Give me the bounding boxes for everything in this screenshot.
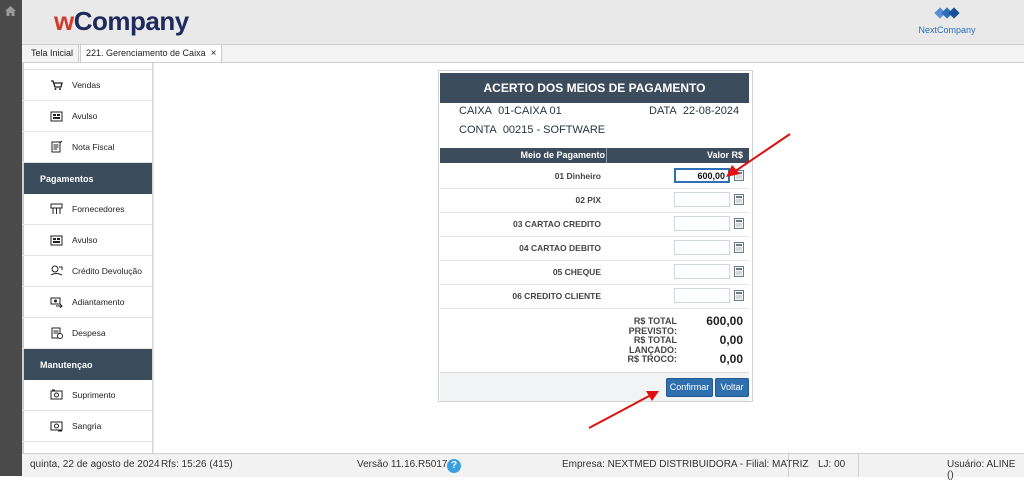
total-previsto-label: R$ TOTAL PREVISTO:: [628, 316, 677, 336]
left-rail: [0, 0, 22, 476]
nextcompany-text: NextCompany: [918, 25, 976, 35]
status-lj: LJ: 00: [818, 459, 846, 470]
sidebar-item-despesa[interactable]: Despesa: [22, 318, 152, 349]
sidebar-item-credito-devolucao[interactable]: Crédito Devolução: [22, 256, 152, 287]
top-header: wCompany NextCompany: [22, 0, 1024, 45]
conta-info: CONTA 00215 - SOFTWARE: [459, 124, 606, 136]
calculator-icon[interactable]: [734, 218, 744, 229]
help-icon[interactable]: ?: [447, 459, 461, 473]
expense-icon: [50, 327, 64, 339]
status-version: Versão 11.16.R5017: [357, 459, 448, 470]
tab-close-icon[interactable]: ×: [211, 48, 217, 59]
troco-label: R$ TROCO:: [627, 354, 678, 364]
calculator-icon[interactable]: [734, 242, 744, 253]
confirm-button[interactable]: Confirmar: [666, 378, 713, 397]
sidebar-item-vendas[interactable]: Vendas: [22, 70, 152, 101]
tab-gerenciamento-caixa[interactable]: 221. Gerenciamento de Caixa ×: [80, 45, 223, 62]
back-button[interactable]: Voltar: [715, 378, 749, 397]
total-lancado-label: R$ TOTAL LANÇADO:: [629, 335, 677, 355]
register-icon: [50, 110, 64, 122]
section-label: Manutençao: [40, 359, 93, 370]
annotation-arrow-confirm: [588, 391, 659, 429]
nextcompany-diamond-icon: [934, 7, 960, 19]
register-icon: [50, 234, 64, 246]
sidebar-item-label: Nota Fiscal: [72, 142, 115, 152]
sidebar-section-manutencao[interactable]: Manutençao: [22, 349, 152, 380]
sidebar-item-adiantamento[interactable]: Adiantamento: [22, 287, 152, 318]
payment-row-cartao-debito: 04 CARTAO DEBITO: [440, 236, 749, 261]
payment-value-input[interactable]: [674, 192, 730, 207]
supplier-icon: [50, 203, 64, 215]
payment-table-header: Meio de Pagamento Valor R$: [440, 148, 749, 163]
payment-value-input[interactable]: [674, 264, 730, 279]
credit-return-icon: [50, 265, 64, 277]
payment-method-label: 01 Dinheiro: [554, 171, 601, 181]
status-bar: quinta, 22 de agosto de 2024 Rfs: 15:26 …: [22, 453, 1024, 481]
payment-row-pix: 02 PIX: [440, 188, 749, 213]
sidebar-item-suprimento[interactable]: Suprimento: [22, 380, 152, 411]
cash-out-icon: [50, 420, 64, 432]
sidebar: Vendas Avulso Nota Fiscal Pagamentos For…: [22, 63, 153, 453]
payment-value-input[interactable]: [674, 240, 730, 255]
payment-row-dinheiro: 01 Dinheiro 600,00: [440, 164, 749, 189]
tab-home[interactable]: Tela Inicial: [26, 45, 80, 62]
sidebar-item-avulso[interactable]: Avulso: [22, 101, 152, 132]
sidebar-item-nota-fiscal[interactable]: Nota Fiscal: [22, 132, 152, 163]
calculator-icon[interactable]: [734, 194, 744, 205]
nextcompany-logo: NextCompany: [912, 6, 982, 35]
sidebar-section-pagamentos[interactable]: Pagamentos: [22, 163, 152, 194]
payment-value-input[interactable]: [674, 288, 730, 303]
cash-in-icon: [50, 389, 64, 401]
payment-method-label: 06 CREDITO CLIENTE: [512, 291, 601, 301]
status-company: Empresa: NEXTMED DISTRIBUIDORA - Filial:…: [562, 459, 809, 470]
sidebar-item-label: Avulso: [72, 111, 98, 121]
advance-icon: [50, 296, 64, 309]
total-previsto-value: 600,00: [706, 314, 743, 328]
sidebar-item-fornecedores[interactable]: Fornecedores: [22, 194, 152, 225]
sidebar-item-label: Sangria: [72, 421, 102, 431]
data-info: DATA 22-08-2024: [649, 105, 740, 117]
annotation-arrow-input: [726, 133, 791, 177]
payment-value-input[interactable]: [674, 216, 730, 231]
sidebar-item-label: Fornecedores: [72, 204, 125, 214]
invoice-icon: [50, 140, 64, 153]
status-user: Usuário: ALINE (): [947, 459, 1016, 481]
troco-value: 0,00: [719, 352, 743, 366]
payment-row-cartao-credito: 03 CARTAO CREDITO: [440, 212, 749, 237]
calculator-icon[interactable]: [734, 290, 744, 301]
total-lancado-value: 0,00: [719, 333, 743, 347]
payment-method-label: 03 CARTAO CREDITO: [512, 219, 601, 229]
status-rfs: Rfs: 15:26 (415): [161, 459, 233, 470]
sidebar-item-label: Vendas: [72, 80, 101, 90]
col-header-method: Meio de Pagamento: [520, 150, 605, 160]
sidebar-item-label: Avulso: [72, 235, 98, 245]
status-date: quinta, 22 de agosto de 2024: [30, 459, 160, 470]
section-label: Pagamentos: [40, 173, 94, 184]
cart-icon: [50, 79, 64, 91]
tab-bar: Tela Inicial 221. Gerenciamento de Caixa…: [22, 45, 1024, 63]
sidebar-item-label: Despesa: [72, 328, 106, 338]
status-divider: [858, 454, 859, 477]
sidebar-top-spacer: [22, 63, 152, 70]
col-separator: [606, 148, 607, 163]
status-divider: [788, 454, 789, 477]
panel-title: ACERTO DOS MEIOS DE PAGAMENTO: [440, 73, 749, 103]
sidebar-item-label: Crédito Devolução: [72, 266, 142, 276]
payment-row-credito-cliente: 06 CREDITO CLIENTE: [440, 284, 749, 309]
sidebar-item-avulso-pagamento[interactable]: Avulso: [22, 225, 152, 256]
sidebar-scrollbar[interactable]: [153, 63, 164, 453]
home-icon[interactable]: [5, 6, 16, 19]
payment-method-label: 04 CARTAO DEBITO: [519, 243, 601, 253]
payment-method-label: 02 PIX: [575, 195, 601, 205]
payment-row-cheque: 05 CHEQUE: [440, 260, 749, 285]
caixa-info: CAIXA 01-CAIXA 01: [459, 105, 562, 117]
wcompany-logo: wCompany: [54, 6, 189, 36]
payment-adjustment-panel: ACERTO DOS MEIOS DE PAGAMENTO CAIXA 01-C…: [438, 70, 753, 402]
sidebar-item-sangria[interactable]: Sangria: [22, 411, 152, 442]
sidebar-item-label: Adiantamento: [72, 297, 125, 307]
payment-method-label: 05 CHEQUE: [552, 267, 601, 277]
sidebar-item-label: Suprimento: [72, 390, 116, 400]
calculator-icon[interactable]: [734, 266, 744, 277]
